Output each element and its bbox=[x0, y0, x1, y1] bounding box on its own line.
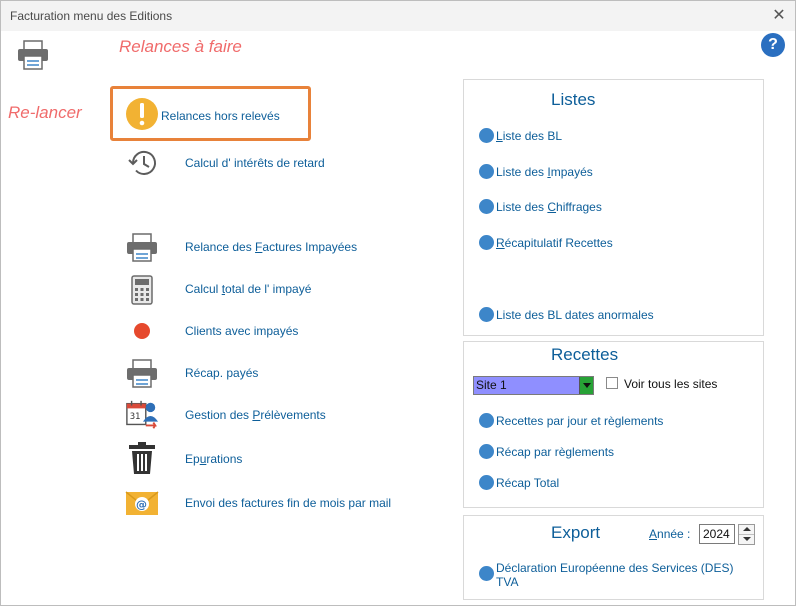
calculator-icon[interactable] bbox=[125, 273, 159, 307]
menu-calcul-total[interactable]: Calcul total de l' impayé bbox=[185, 282, 311, 296]
spin-up-icon[interactable] bbox=[739, 525, 754, 535]
menu-relance-factures-label: Relance des Factures Impayées bbox=[185, 240, 357, 254]
printer-icon-relance[interactable] bbox=[125, 231, 159, 265]
label-part: mpayés bbox=[550, 164, 593, 179]
label-accel: R bbox=[496, 235, 505, 250]
label-part: Liste des bbox=[496, 164, 548, 179]
bullet-icon bbox=[479, 444, 494, 459]
menu-calcul-interets-label: Calcul d' intérêts de retard bbox=[185, 156, 325, 170]
bullet-icon bbox=[479, 164, 494, 179]
printer-icon-recap[interactable] bbox=[125, 357, 159, 391]
annotation-relances-a-faire: Relances à faire bbox=[119, 37, 242, 56]
link-label: Liste des BL dates anormales bbox=[496, 307, 654, 322]
label-part: écapitulatif Recettes bbox=[504, 235, 613, 250]
menu-recap-payes-label: Récap. payés bbox=[185, 366, 259, 380]
label-part: Relance des bbox=[185, 240, 256, 254]
label-accel: C bbox=[547, 199, 557, 214]
label-part: Calcul bbox=[185, 282, 222, 296]
printer-icon[interactable] bbox=[15, 39, 51, 71]
close-icon[interactable]: ✕ bbox=[769, 6, 789, 26]
label-part: Liste des bbox=[496, 199, 548, 214]
link-declaration-des[interactable]: Déclaration Européenne des Services (DES… bbox=[479, 561, 733, 589]
title-bar: Facturation menu des Editions ✕ bbox=[1, 1, 795, 31]
menu-gestion-prelevements-label: Gestion des Prélèvements bbox=[185, 408, 326, 422]
menu-relances-hors-releves-label: Relances hors relevés bbox=[161, 109, 280, 123]
window-title: Facturation menu des Editions bbox=[10, 9, 173, 23]
label-part: otal de l' impayé bbox=[225, 282, 312, 296]
recettes-title: Recettes bbox=[551, 345, 619, 364]
menu-relances-hors-releves[interactable]: Relances hors relevés bbox=[161, 109, 280, 123]
calendar-user-icon[interactable]: 31 bbox=[125, 398, 159, 432]
menu-epurations-label: Epurations bbox=[185, 452, 242, 466]
link-liste-bl[interactable]: Liste des BL bbox=[479, 128, 562, 143]
menu-clients-impayes-label: Clients avec impayés bbox=[185, 324, 299, 338]
link-label: Recettes par jour et règlements bbox=[496, 413, 664, 428]
spin-down-icon[interactable] bbox=[739, 535, 754, 545]
label-accel: A bbox=[649, 527, 658, 541]
label-accel: L bbox=[496, 128, 503, 143]
label-part: actures Impayées bbox=[262, 240, 358, 254]
history-icon[interactable] bbox=[127, 147, 159, 179]
bullet-icon bbox=[479, 566, 494, 581]
menu-calcul-interets[interactable]: Calcul d' intérêts de retard bbox=[185, 156, 325, 170]
label-part: hiffrages bbox=[556, 199, 602, 214]
help-icon[interactable]: ? bbox=[761, 33, 785, 57]
annee-spinner[interactable] bbox=[738, 524, 755, 545]
link-label: Récap Total bbox=[496, 475, 560, 490]
label-part: rations bbox=[206, 452, 243, 466]
label-part: Gestion des bbox=[185, 408, 253, 422]
site-select[interactable]: Site 1 bbox=[473, 376, 594, 395]
label-part: nnée : bbox=[657, 527, 691, 541]
link-liste-chiffrages[interactable]: Liste des Chiffrages bbox=[479, 199, 602, 214]
menu-envoi-factures[interactable]: Envoi des factures fin de mois par mail bbox=[185, 496, 391, 510]
link-label: Récap par règlements bbox=[496, 444, 615, 459]
chevron-down-icon[interactable] bbox=[579, 377, 593, 394]
trash-icon[interactable] bbox=[127, 441, 157, 475]
export-title: Export bbox=[551, 523, 601, 542]
link-label: Déclaration Européenne des Services (DES… bbox=[496, 561, 733, 589]
alert-icon[interactable] bbox=[125, 97, 159, 131]
voir-tous-sites-checkbox[interactable] bbox=[606, 377, 618, 389]
link-label: Liste des Impayés bbox=[496, 165, 593, 179]
bullet-icon bbox=[479, 235, 494, 250]
bullet-icon bbox=[479, 475, 494, 490]
voir-tous-sites-label: Voir tous les sites bbox=[624, 377, 718, 391]
menu-clients-impayes[interactable]: Clients avec impayés bbox=[185, 324, 298, 338]
listes-title: Listes bbox=[551, 90, 596, 109]
menu-relance-factures[interactable]: Relance des Factures Impayées bbox=[185, 240, 357, 254]
bullet-icon bbox=[479, 199, 494, 214]
email-icon[interactable]: @ bbox=[125, 486, 159, 520]
label-part: rélèvements bbox=[260, 408, 326, 422]
link-recapitulatif-recettes[interactable]: Récapitulatif Recettes bbox=[479, 235, 613, 250]
svg-text:31: 31 bbox=[130, 412, 141, 422]
menu-epurations[interactable]: Epurations bbox=[185, 452, 242, 466]
site-select-value: Site 1 bbox=[476, 378, 507, 392]
red-dot-icon[interactable] bbox=[125, 314, 159, 348]
bullet-icon bbox=[479, 307, 494, 322]
menu-calcul-total-label: Calcul total de l' impayé bbox=[185, 282, 311, 296]
editions-window: Facturation menu des Editions ✕ Relances… bbox=[0, 0, 796, 606]
link-label: Liste des Chiffrages bbox=[496, 200, 602, 214]
annee-input[interactable]: 2024 bbox=[699, 524, 735, 544]
svg-text:@: @ bbox=[136, 498, 147, 511]
link-liste-impayes[interactable]: Liste des Impayés bbox=[479, 164, 593, 179]
annee-label: Année : bbox=[649, 527, 690, 541]
label-part: iste des BL bbox=[502, 128, 563, 143]
link-recap-total[interactable]: Récap Total bbox=[479, 475, 559, 490]
menu-recap-payes[interactable]: Récap. payés bbox=[185, 366, 258, 380]
link-recap-reglements[interactable]: Récap par règlements bbox=[479, 444, 614, 459]
des-line-1: Déclaration Européenne des Services (DES… bbox=[496, 561, 734, 575]
bullet-icon bbox=[479, 413, 494, 428]
link-label: Liste des BL bbox=[496, 129, 562, 143]
des-line-2: TVA bbox=[496, 575, 519, 589]
bullet-icon bbox=[479, 128, 494, 143]
annotation-re-lancer: Re-lancer bbox=[8, 103, 82, 122]
label-part: Ep bbox=[185, 452, 200, 466]
menu-gestion-prelevements[interactable]: Gestion des Prélèvements bbox=[185, 408, 326, 422]
link-recettes-par-jour[interactable]: Recettes par jour et règlements bbox=[479, 413, 663, 428]
link-liste-bl-dates-anormales[interactable]: Liste des BL dates anormales bbox=[479, 307, 654, 322]
menu-envoi-factures-label: Envoi des factures fin de mois par mail bbox=[185, 496, 392, 510]
link-label: Récapitulatif Recettes bbox=[496, 236, 613, 250]
